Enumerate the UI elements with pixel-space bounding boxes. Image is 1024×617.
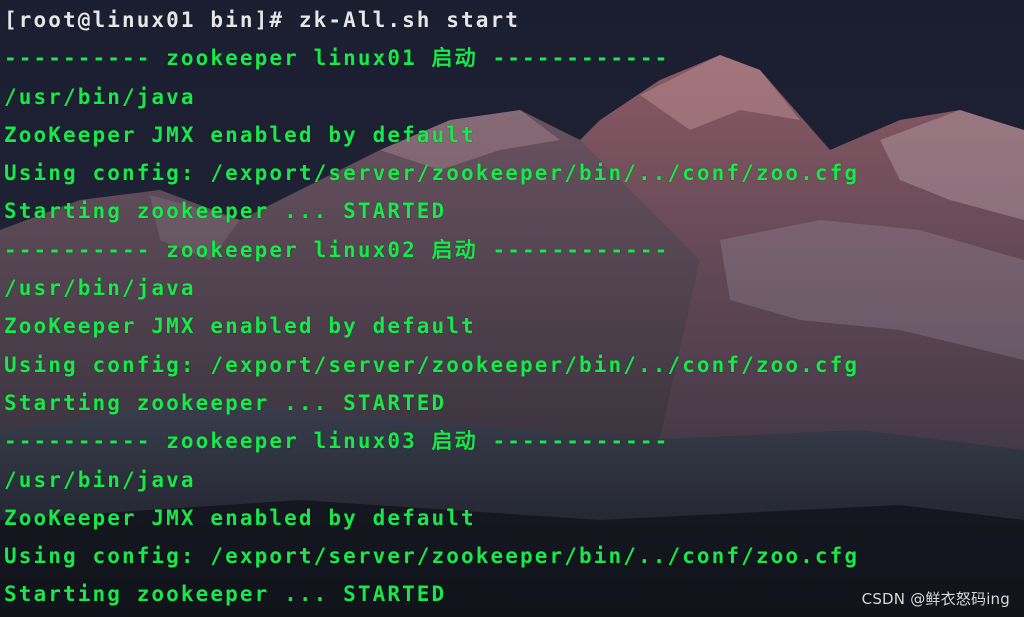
output-line: ZooKeeper JMX enabled by default: [4, 505, 476, 530]
output-line: Starting zookeeper ... STARTED: [4, 199, 447, 224]
output-line: ---------- zookeeper linux03 启动 --------…: [4, 429, 670, 454]
output-line: Using config: /export/server/zookeeper/b…: [4, 352, 860, 377]
output-line: Using config: /export/server/zookeeper/b…: [4, 544, 860, 569]
output-line: ZooKeeper JMX enabled by default: [4, 314, 476, 339]
output-line: Starting zookeeper ... STARTED: [4, 582, 447, 607]
output-line: Starting zookeeper ... STARTED: [4, 390, 447, 415]
output-line: /usr/bin/java: [4, 84, 196, 109]
terminal-window[interactable]: [root@linux01 bin]# zk-All.sh start ----…: [0, 0, 1024, 617]
output-line: ---------- zookeeper linux01 启动 --------…: [4, 46, 670, 71]
output-line: ZooKeeper JMX enabled by default: [4, 122, 476, 147]
output-line: /usr/bin/java: [4, 467, 196, 492]
terminal-output: [root@linux01 bin]# zk-All.sh start ----…: [4, 4, 859, 617]
output-line: ---------- zookeeper linux02 启动 --------…: [4, 237, 670, 262]
command-prompt-line: [root@linux01 bin]# zk-All.sh start: [4, 8, 521, 32]
output-line: /usr/bin/java: [4, 276, 196, 301]
csdn-watermark: CSDN @鲜衣怒码ing: [861, 590, 1010, 608]
output-line: Using config: /export/server/zookeeper/b…: [4, 161, 860, 186]
